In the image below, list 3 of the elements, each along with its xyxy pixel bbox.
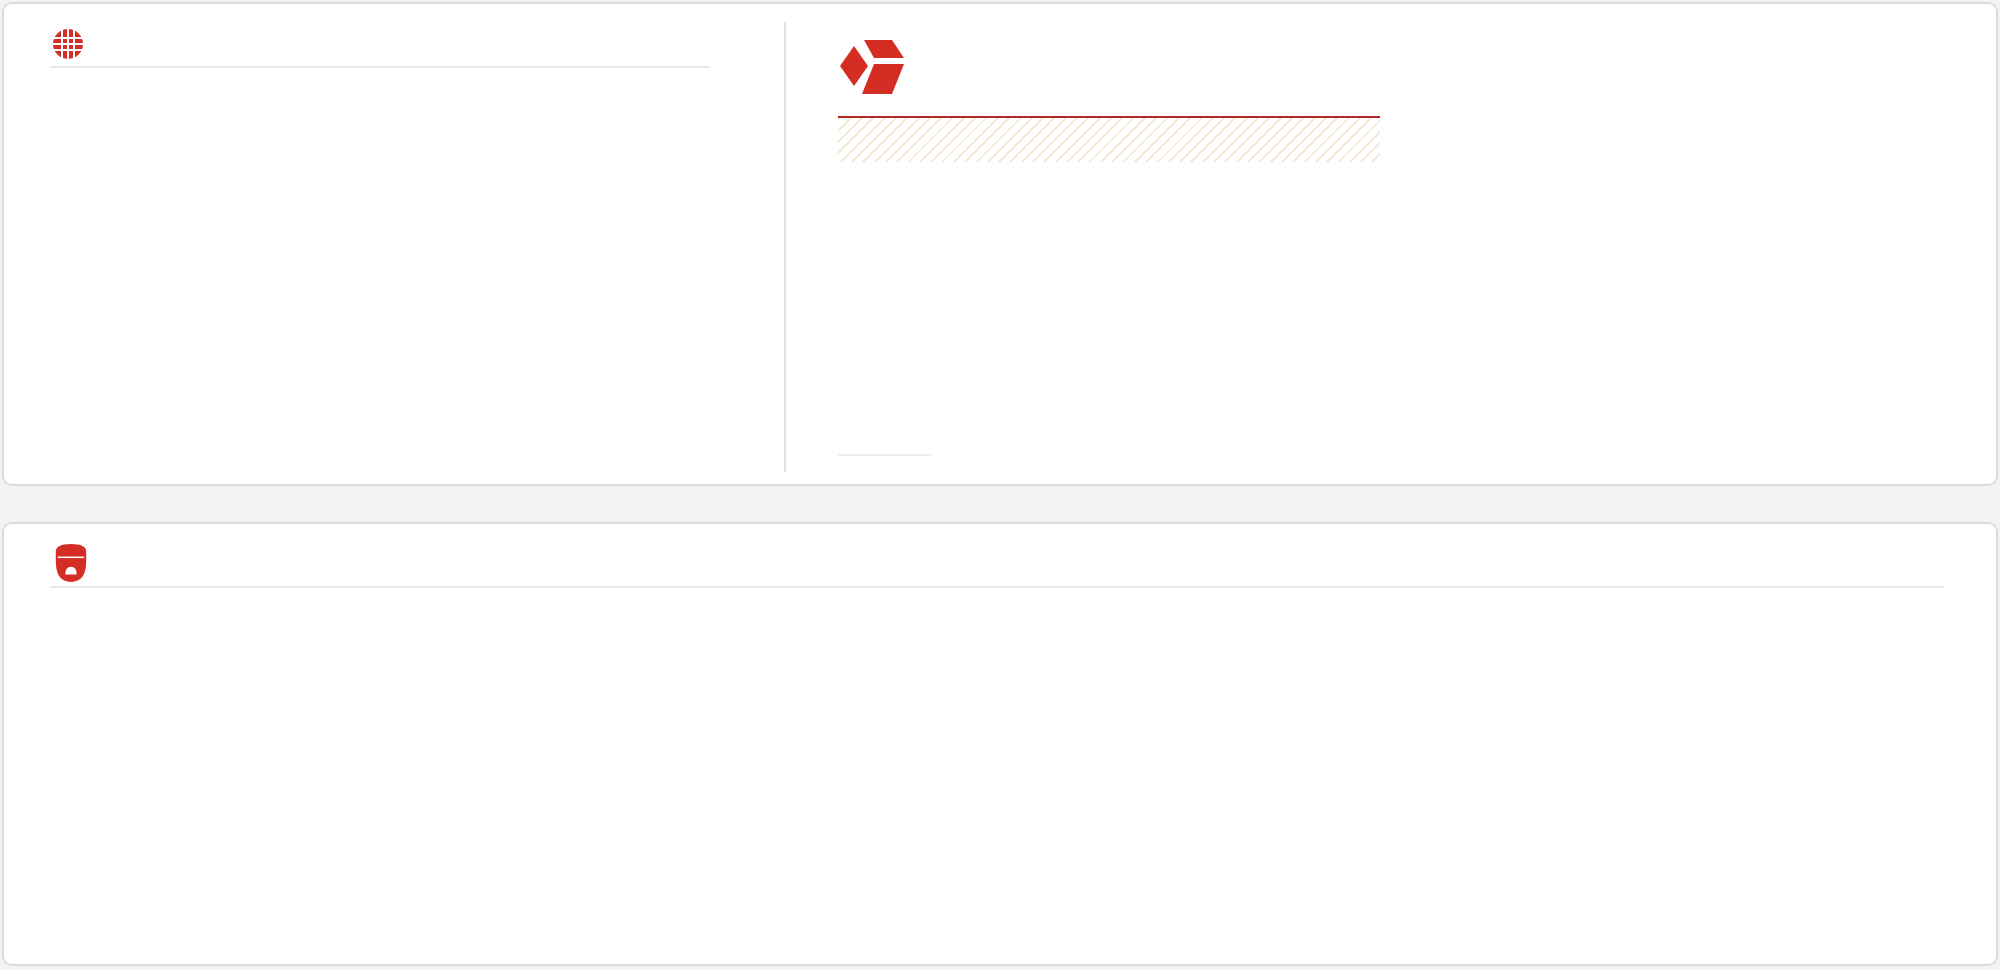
cube-icon — [840, 40, 904, 94]
security-camera-icon — [52, 543, 90, 581]
globe-icon — [52, 28, 84, 60]
